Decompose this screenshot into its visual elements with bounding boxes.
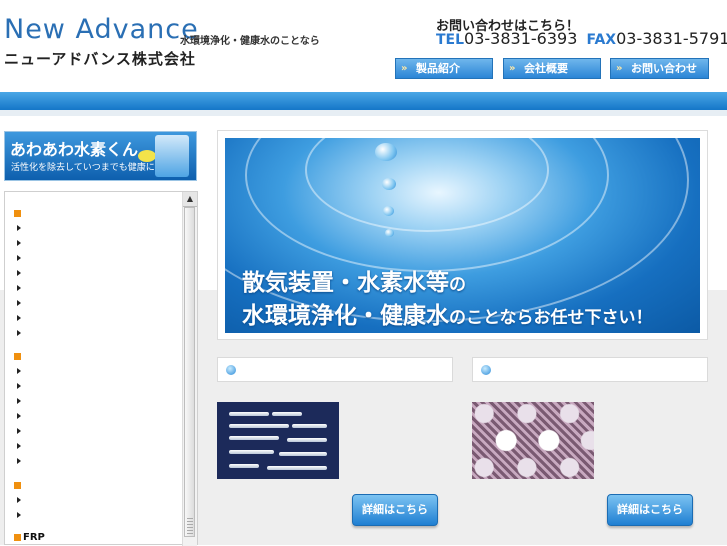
pipe-part [267,466,327,470]
scroll-grip-icon [187,518,193,536]
pipe-part [272,412,302,416]
banner-title: あわあわ水素くん [10,140,139,159]
pipe-part [279,452,327,456]
water-drop-icon [382,178,396,190]
pipe-part [229,450,274,454]
fax-label: FAX [586,32,617,48]
detail-button-2[interactable]: 詳細はこちら [607,494,693,526]
category-marker-icon [14,482,21,489]
arrow-icon: » [401,63,408,74]
product-photo-pipes[interactable] [217,402,339,479]
bullet-arrow-icon [17,383,21,389]
pipe-part [229,412,269,416]
scroll-thumb[interactable] [184,207,195,537]
pipe-part [229,436,279,440]
bullet-arrow-icon [17,443,21,449]
bullet-arrow-icon [17,255,21,261]
bullet-arrow-icon [17,497,21,503]
product-card-title-1[interactable] [217,357,453,382]
package-image [155,135,189,177]
company-name[interactable]: ニューアドバンス株式会社 [4,48,196,69]
tel-number: 03-3831-6393 [464,29,578,48]
bullet-arrow-icon [17,330,21,336]
logo-english[interactable]: New Advance [4,14,199,45]
nav-contact-label: お問い合わせ [631,62,697,75]
hero-headline-1: 散気装置・水素水等の [242,270,466,296]
header-blue-band [0,92,727,110]
arrow-icon: » [509,63,516,74]
band-shadow [0,110,727,116]
sidebar-menu[interactable]: FRP ▲ [4,191,198,546]
bullet-arrow-icon [17,270,21,276]
nav-company[interactable]: » 会社概要 [503,58,601,79]
bullet-arrow-icon [17,512,21,518]
sidebar-item-frp[interactable]: FRP [23,532,45,543]
bullet-arrow-icon [17,428,21,434]
pipe-part [229,464,259,468]
hero-headline-2: 水環境浄化・健康水のことならお任せ下さい！ [242,303,653,329]
bullet-arrow-icon [17,398,21,404]
category-marker-icon [14,534,21,541]
arrow-icon: » [616,63,623,74]
scroll-up-button[interactable]: ▲ [183,192,197,207]
bullet-arrow-icon [17,300,21,306]
bullet-arrow-icon [17,413,21,419]
site-header: New Advance 水環境浄化・健康水のことなら ニューアドバンス株式会社 … [0,0,727,92]
hero-banner: 散気装置・水素水等の 水環境浄化・健康水のことならお任せ下さい！ [217,130,708,340]
pipe-part [292,424,327,428]
pipe-part [287,438,327,442]
product-photo-diffuser[interactable] [472,402,594,479]
nav-company-label: 会社概要 [524,62,568,75]
detail-button-1[interactable]: 詳細はこちら [352,494,438,526]
bullet-arrow-icon [17,458,21,464]
product-banner[interactable]: あわあわ水素くん 活性化を除去していつまでも健康に [4,131,197,181]
water-drop-icon [383,206,394,216]
tel-label: TEL [436,32,465,48]
sidebar-scrollbar[interactable]: ▲ [182,192,197,546]
logo-tagline: 水環境浄化・健康水のことなら [180,36,320,47]
bullet-arrow-icon [17,285,21,291]
bullet-arrow-icon [17,315,21,321]
bubble-icon [138,150,156,162]
category-marker-icon [14,353,21,360]
bullet-icon [226,365,236,375]
contact-numbers: TEL03-3831-6393 FAX03-3831-5791 [436,29,727,48]
bullet-arrow-icon [17,225,21,231]
nav-products-label: 製品紹介 [416,62,460,75]
nav-contact[interactable]: » お問い合わせ [610,58,709,79]
hero-image: 散気装置・水素水等の 水環境浄化・健康水のことならお任せ下さい！ [225,138,700,333]
product-card-title-2[interactable] [472,357,708,382]
pipe-part [229,424,289,428]
banner-subtitle: 活性化を除去していつまでも健康に [11,163,155,173]
bullet-arrow-icon [17,240,21,246]
water-drop-icon [375,143,397,161]
fax-number: 03-3831-5791 [616,29,727,48]
nav-products[interactable]: » 製品紹介 [395,58,493,79]
category-marker-icon [14,210,21,217]
water-drop-icon [385,229,394,237]
bullet-arrow-icon [17,368,21,374]
bullet-icon [481,365,491,375]
